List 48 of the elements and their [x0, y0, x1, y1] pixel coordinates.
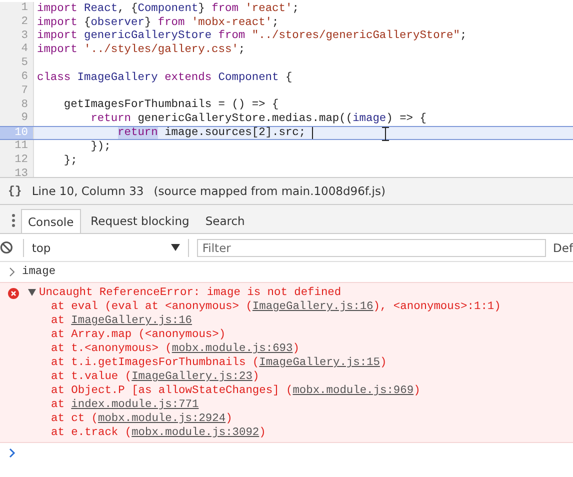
caret-icon [171, 244, 180, 251]
error-message: Uncaught ReferenceError: image is not defined [39, 287, 342, 299]
code-text: getImagesForThumbnails = () => { [62, 99, 279, 112]
source-link[interactable]: ImageGallery.js:23 [132, 371, 252, 383]
stack-frame: at t.<anonymous> (mobx.module.js:693) [8, 342, 573, 356]
source-link[interactable]: ImageGallery.js:16 [252, 301, 374, 313]
stack-frame: at ct (mobx.module.js:2924) [8, 412, 573, 426]
stack-frame: at Object.P [as allowStateChanges] (mobx.module.js:969) [8, 384, 573, 398]
panel-tab[interactable]: Console [21, 209, 81, 233]
code-text: }); [90, 140, 111, 153]
source-link[interactable]: mobx.module.js:969 [292, 385, 414, 397]
stack-frame: at t.i.getImagesForThumbnails (ImageGallery.js:15) [8, 356, 573, 370]
error-icon [8, 288, 19, 298]
code-text: class ImageGallery extends Component { [36, 72, 292, 84]
source-link[interactable]: index.module.js:771 [71, 399, 199, 411]
code-text: import {observer} from 'mobx-react'; [36, 16, 279, 29]
context-select[interactable]: top [22, 238, 190, 256]
filter-field[interactable]: Filter [197, 238, 546, 256]
stack-frame: at t.value (ImageGallery.js:23) [8, 370, 573, 384]
clear-console-icon [0, 241, 13, 254]
code-text: import React, {Component} from 'react'; [36, 2, 299, 15]
stack-frame: at Array.map (<anonymous>) [8, 328, 573, 342]
source-link[interactable]: mobx.module.js:2924 [98, 413, 226, 425]
code-text: }; [62, 154, 78, 167]
panel-tab[interactable]: Search [199, 209, 251, 233]
panel-tab[interactable]: Request blocking [84, 209, 196, 233]
stack-frame: at eval (eval at <anonymous> (ImageGallery.js:16), <anonymous>:1:1) [8, 300, 573, 314]
code-text: import genericGalleryStore from "../stores/genericGalleryStore"; [36, 30, 467, 42]
source-link[interactable]: ImageGallery.js:15 [259, 357, 380, 369]
pretty-print-button[interactable]: {} [8, 184, 22, 198]
text-cursor-icon [382, 127, 389, 142]
prompt-icon [8, 447, 16, 459]
more-menu-icon[interactable] [12, 214, 15, 227]
console-input-text: image [22, 266, 56, 278]
code-text: import '../styles/gallery.css'; [36, 44, 246, 56]
stack-frame: at ImageGallery.js:16 [8, 314, 573, 328]
chevron-icon [8, 266, 16, 278]
cursor-position: Line 10, Column 33 [32, 184, 144, 198]
stack-frame: at e.track (mobx.module.js:3092) [8, 426, 573, 440]
expanded-triangle-icon[interactable] [28, 289, 36, 297]
source-link[interactable]: ImageGallery.js:16 [71, 315, 192, 327]
source-link[interactable]: mobx.module.js:3092 [132, 427, 260, 439]
code-text: return genericGalleryStore.medias.map((image) => { [90, 113, 426, 126]
code-text: return image.sources[2].src; [34, 127, 314, 140]
log-levels-menu[interactable]: Def [553, 240, 573, 254]
source-link[interactable]: mobx.module.js:693 [172, 343, 293, 355]
source-map-note: (source mapped from main.1008d96f.js) [154, 184, 386, 198]
stack-frame: at index.module.js:771 [8, 398, 573, 412]
